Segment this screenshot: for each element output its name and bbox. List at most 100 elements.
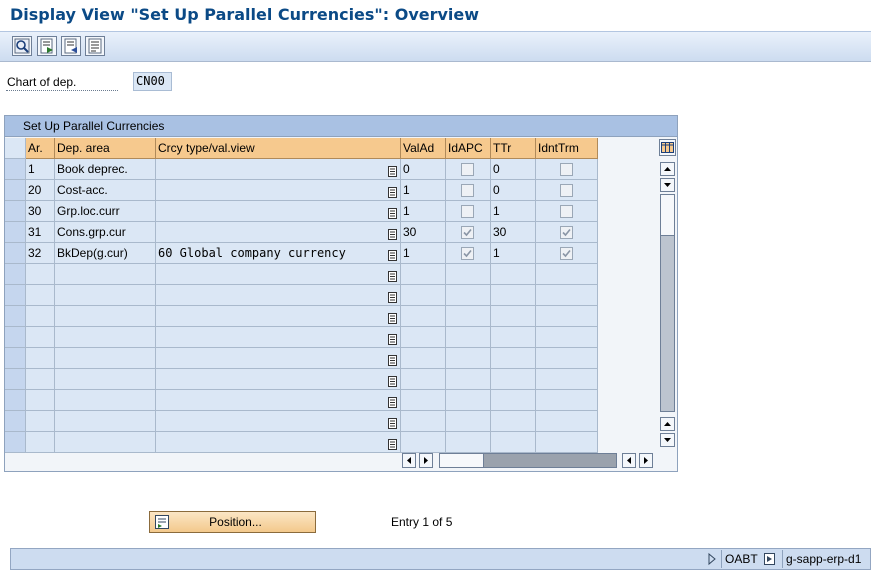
cell-dep-area[interactable] — [55, 264, 156, 285]
vertical-scrollbar[interactable] — [659, 160, 676, 452]
scroll-up-button[interactable] — [660, 162, 675, 176]
cell-area[interactable] — [26, 306, 55, 327]
cell-idnttrm[interactable] — [536, 180, 598, 201]
cell-dep-area[interactable] — [55, 285, 156, 306]
cell-idnttrm[interactable] — [536, 390, 598, 411]
cell-area[interactable] — [26, 432, 55, 453]
cell-dep-area[interactable] — [55, 327, 156, 348]
scroll-far-left-button[interactable] — [622, 453, 636, 468]
cell-valad[interactable] — [401, 264, 446, 285]
cell-area[interactable] — [26, 327, 55, 348]
value-help-icon[interactable] — [388, 415, 397, 429]
cell-dep-area[interactable]: Cost-acc. — [55, 180, 156, 201]
cell-valad[interactable]: 30 — [401, 222, 446, 243]
cell-ttr[interactable] — [491, 285, 536, 306]
cell-valad[interactable] — [401, 285, 446, 306]
cell-valad[interactable] — [401, 327, 446, 348]
row-selector[interactable] — [5, 306, 26, 327]
cell-area[interactable] — [26, 411, 55, 432]
cell-ttr[interactable]: 30 — [491, 222, 536, 243]
cell-crcy-type[interactable] — [156, 348, 401, 369]
scroll-page-down-button[interactable] — [660, 433, 675, 447]
vertical-scroll-thumb[interactable] — [660, 194, 675, 236]
cell-idnttrm[interactable] — [536, 159, 598, 180]
cell-dep-area[interactable] — [55, 390, 156, 411]
cell-idnttrm[interactable] — [536, 327, 598, 348]
column-header-dep-area[interactable]: Dep. area — [55, 138, 156, 159]
scroll-far-right-button[interactable] — [639, 453, 653, 468]
cell-ttr[interactable] — [491, 348, 536, 369]
cell-idnttrm[interactable] — [536, 369, 598, 390]
search-button[interactable] — [12, 36, 32, 56]
cell-valad[interactable] — [401, 411, 446, 432]
cell-ttr[interactable] — [491, 327, 536, 348]
cell-crcy-type[interactable] — [156, 180, 401, 201]
table-settings-button[interactable] — [659, 139, 676, 156]
cell-idnttrm[interactable] — [536, 243, 598, 264]
select-all-cell[interactable] — [5, 138, 26, 159]
import-button[interactable] — [61, 36, 81, 56]
row-selector[interactable] — [5, 159, 26, 180]
cell-area[interactable]: 20 — [26, 180, 55, 201]
row-selector[interactable] — [5, 243, 26, 264]
cell-idnttrm[interactable] — [536, 264, 598, 285]
cell-idapc[interactable] — [446, 159, 491, 180]
cell-dep-area[interactable] — [55, 306, 156, 327]
value-help-icon[interactable] — [388, 352, 397, 366]
cell-crcy-type[interactable] — [156, 306, 401, 327]
cell-crcy-type[interactable] — [156, 201, 401, 222]
cell-area[interactable]: 1 — [26, 159, 55, 180]
cell-ttr[interactable] — [491, 369, 536, 390]
value-help-icon[interactable] — [388, 184, 397, 198]
cell-idapc[interactable] — [446, 285, 491, 306]
cell-area[interactable] — [26, 285, 55, 306]
cell-idnttrm[interactable] — [536, 201, 598, 222]
value-help-icon[interactable] — [388, 226, 397, 240]
cell-crcy-type[interactable]: 60 Global company currency — [156, 243, 401, 264]
cell-idapc[interactable] — [446, 390, 491, 411]
cell-idapc[interactable] — [446, 180, 491, 201]
cell-valad[interactable]: 1 — [401, 180, 446, 201]
value-help-icon[interactable] — [388, 247, 397, 261]
column-header-idapc[interactable]: IdAPC — [446, 138, 491, 159]
cell-dep-area[interactable] — [55, 411, 156, 432]
cell-dep-area[interactable]: Book deprec. — [55, 159, 156, 180]
row-selector[interactable] — [5, 411, 26, 432]
cell-area[interactable] — [26, 369, 55, 390]
value-help-icon[interactable] — [388, 394, 397, 408]
cell-area[interactable]: 30 — [26, 201, 55, 222]
cell-ttr[interactable] — [491, 390, 536, 411]
cell-idapc[interactable] — [446, 327, 491, 348]
cell-idnttrm[interactable] — [536, 432, 598, 453]
value-help-icon[interactable] — [388, 268, 397, 282]
cell-valad[interactable] — [401, 432, 446, 453]
scroll-page-up-button[interactable] — [660, 417, 675, 431]
horizontal-scroll-thumb[interactable] — [439, 453, 484, 468]
row-selector[interactable] — [5, 180, 26, 201]
cell-valad[interactable] — [401, 369, 446, 390]
cell-ttr[interactable]: 0 — [491, 159, 536, 180]
row-selector[interactable] — [5, 264, 26, 285]
cell-crcy-type[interactable] — [156, 390, 401, 411]
cell-idapc[interactable] — [446, 348, 491, 369]
value-help-icon[interactable] — [388, 289, 397, 303]
export-button[interactable] — [37, 36, 57, 56]
status-info-button[interactable] — [763, 549, 777, 569]
cell-idapc[interactable] — [446, 369, 491, 390]
scroll-down-button[interactable] — [660, 178, 675, 192]
document-button[interactable] — [85, 36, 105, 56]
cell-dep-area[interactable]: Cons.grp.cur — [55, 222, 156, 243]
cell-valad[interactable] — [401, 306, 446, 327]
cell-area[interactable] — [26, 390, 55, 411]
cell-dep-area[interactable]: BkDep(g.cur) — [55, 243, 156, 264]
value-help-icon[interactable] — [388, 331, 397, 345]
cell-crcy-type[interactable] — [156, 222, 401, 243]
row-selector[interactable] — [5, 327, 26, 348]
row-selector[interactable] — [5, 285, 26, 306]
cell-crcy-type[interactable] — [156, 369, 401, 390]
column-header-area[interactable]: Ar. — [26, 138, 55, 159]
horizontal-scrollbar[interactable] — [402, 453, 657, 469]
cell-valad[interactable]: 1 — [401, 243, 446, 264]
scroll-left-button[interactable] — [402, 453, 416, 468]
cell-area[interactable]: 32 — [26, 243, 55, 264]
